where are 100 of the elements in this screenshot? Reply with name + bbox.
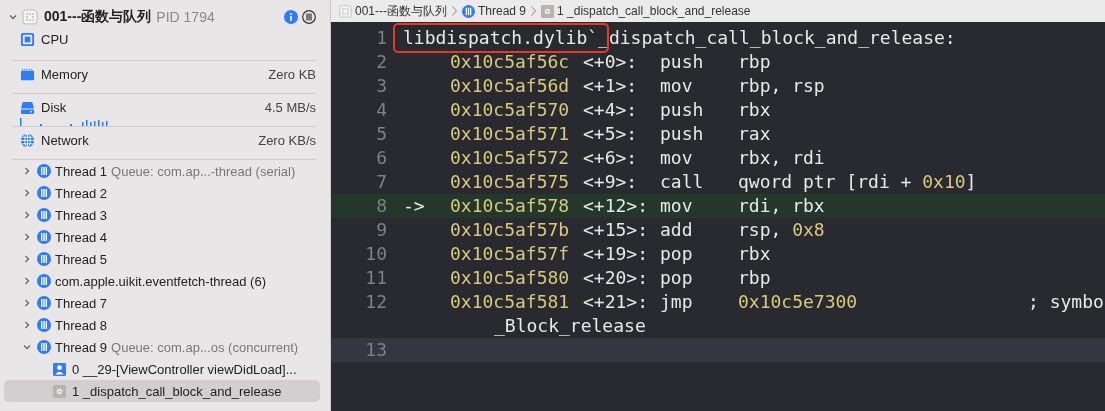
address: 0x10c5af580	[450, 266, 571, 290]
thread-icon	[37, 186, 51, 200]
chevron-right-icon[interactable]	[22, 320, 32, 330]
thread-name[interactable]: Thread 4	[55, 229, 108, 245]
offset: <+19>:	[583, 242, 650, 266]
offset: <+6>:	[583, 146, 639, 170]
gauge-value: Zero KB	[268, 66, 316, 82]
gauge-value: 4.5 MB/s	[264, 99, 316, 115]
mnemonic: push	[660, 50, 705, 74]
mnemonic: mov	[660, 146, 694, 170]
thread-icon	[37, 164, 51, 178]
thread-name[interactable]: Thread 7	[55, 295, 108, 311]
thread-name[interactable]: Thread 1	[55, 163, 108, 179]
chevron-right-icon[interactable]	[22, 298, 32, 308]
disk-icon	[20, 99, 35, 115]
thread-icon	[37, 252, 51, 266]
thread-icon	[37, 274, 51, 288]
address: 0x10c5af581	[450, 290, 571, 314]
thread-name[interactable]: Thread 5	[55, 251, 108, 267]
operands: 0x10c5e7300	[738, 290, 859, 314]
thread-icon	[37, 208, 51, 222]
chevron-down-icon[interactable]	[8, 12, 18, 22]
operands: rsp, 0x8	[738, 218, 826, 242]
line-number: 3	[375, 74, 387, 98]
thread-queue: Queue: com.ap...os (concurrent)	[111, 339, 299, 355]
operands: rax	[738, 122, 772, 146]
offset: <+12>:	[583, 194, 650, 218]
chevron-right-icon[interactable]	[22, 210, 32, 220]
operands: rbp	[738, 50, 772, 74]
gauge-label[interactable]: CPU	[41, 31, 69, 47]
offset: <+20>:	[583, 266, 650, 290]
line-number: 2	[375, 50, 387, 74]
line-number: 1	[375, 26, 387, 50]
address: 0x10c5af57b	[450, 218, 571, 242]
chevron-right-icon[interactable]	[22, 276, 32, 286]
gear-square-icon	[541, 4, 555, 18]
mnemonic: jmp	[660, 290, 694, 314]
thread-name[interactable]: Thread 3	[55, 207, 108, 223]
operand-continuation: _Block_release	[494, 314, 646, 338]
stack-frame-row[interactable]: 0 __29-[ViewController viewDidLoad]...	[4, 358, 320, 380]
breadcrumb-item[interactable]: 001---函数与队列	[355, 3, 447, 19]
address: 0x10c5af56c	[450, 50, 571, 74]
chevron-right-icon[interactable]	[22, 232, 32, 242]
offset: <+1>:	[583, 74, 639, 98]
operands: rbp, rsp	[738, 74, 826, 98]
offset: <+15>:	[583, 218, 650, 242]
thread-icon	[37, 230, 51, 244]
chevron-down-icon[interactable]	[22, 342, 32, 352]
chevron-right-icon[interactable]	[22, 166, 32, 176]
thread-name[interactable]: com.apple.uikit.eventfetch-thread (6)	[55, 273, 266, 289]
mnemonic: add	[660, 218, 694, 242]
breadcrumb-item[interactable]: 1 _dispatch_call_block_and_release	[557, 3, 751, 19]
mnemonic: push	[660, 122, 705, 146]
chevron-right-icon[interactable]	[22, 254, 32, 264]
mnemonic: push	[660, 98, 705, 122]
gauge-value: Zero KB/s	[258, 132, 316, 148]
thread-icon	[37, 318, 51, 332]
line-number: 6	[375, 146, 387, 170]
operands: rbx	[738, 242, 772, 266]
mnemonic: pop	[660, 266, 694, 290]
operands: rbx	[738, 98, 772, 122]
offset: <+9>:	[583, 170, 639, 194]
chip-icon	[20, 31, 35, 47]
offset: <+4>:	[583, 98, 639, 122]
app-icon	[22, 9, 38, 25]
line-number: 13	[364, 338, 387, 362]
thread-icon	[462, 4, 475, 18]
gauge-label[interactable]: Disk	[41, 99, 67, 115]
thread-pause-icon[interactable]	[302, 10, 316, 24]
line-number: 9	[375, 218, 387, 242]
thread-name[interactable]: Thread 2	[55, 185, 108, 201]
address: 0x10c5af572	[450, 146, 571, 170]
mnemonic: call	[660, 170, 705, 194]
person-icon	[53, 362, 66, 376]
line-number: 11	[364, 266, 387, 290]
line-number: 7	[375, 170, 387, 194]
line-number: 12	[364, 290, 387, 314]
thread-name[interactable]: Thread 9	[55, 339, 108, 355]
operands: rdi, rbx	[738, 194, 826, 218]
chevron-right-icon[interactable]	[22, 188, 32, 198]
chevron-right-icon	[530, 5, 538, 17]
gauge-label[interactable]: Network	[41, 132, 89, 148]
address: 0x10c5af57f	[450, 242, 571, 266]
chevron-right-icon	[451, 5, 458, 17]
offset: <+5>:	[583, 122, 639, 146]
stack-frame-row[interactable]: 1 _dispatch_call_block_and_release	[4, 380, 320, 402]
mnemonic: pop	[660, 242, 694, 266]
thread-icon	[37, 296, 51, 310]
thread-name[interactable]: Thread 8	[55, 317, 108, 333]
line-number: 4	[375, 98, 387, 122]
globe-icon	[20, 132, 35, 148]
address: 0x10c5af56d	[450, 74, 571, 98]
breadcrumb-item[interactable]: Thread 9	[478, 3, 527, 19]
line-number: 10	[364, 242, 387, 266]
gear-square-icon	[53, 384, 66, 398]
operands: rbp	[738, 266, 772, 290]
operands: qword ptr [rdi + 0x10]	[738, 170, 978, 194]
process-id: PID 1794	[156, 9, 215, 25]
gauge-label[interactable]: Memory	[41, 66, 88, 82]
address: 0x10c5af570	[450, 98, 571, 122]
